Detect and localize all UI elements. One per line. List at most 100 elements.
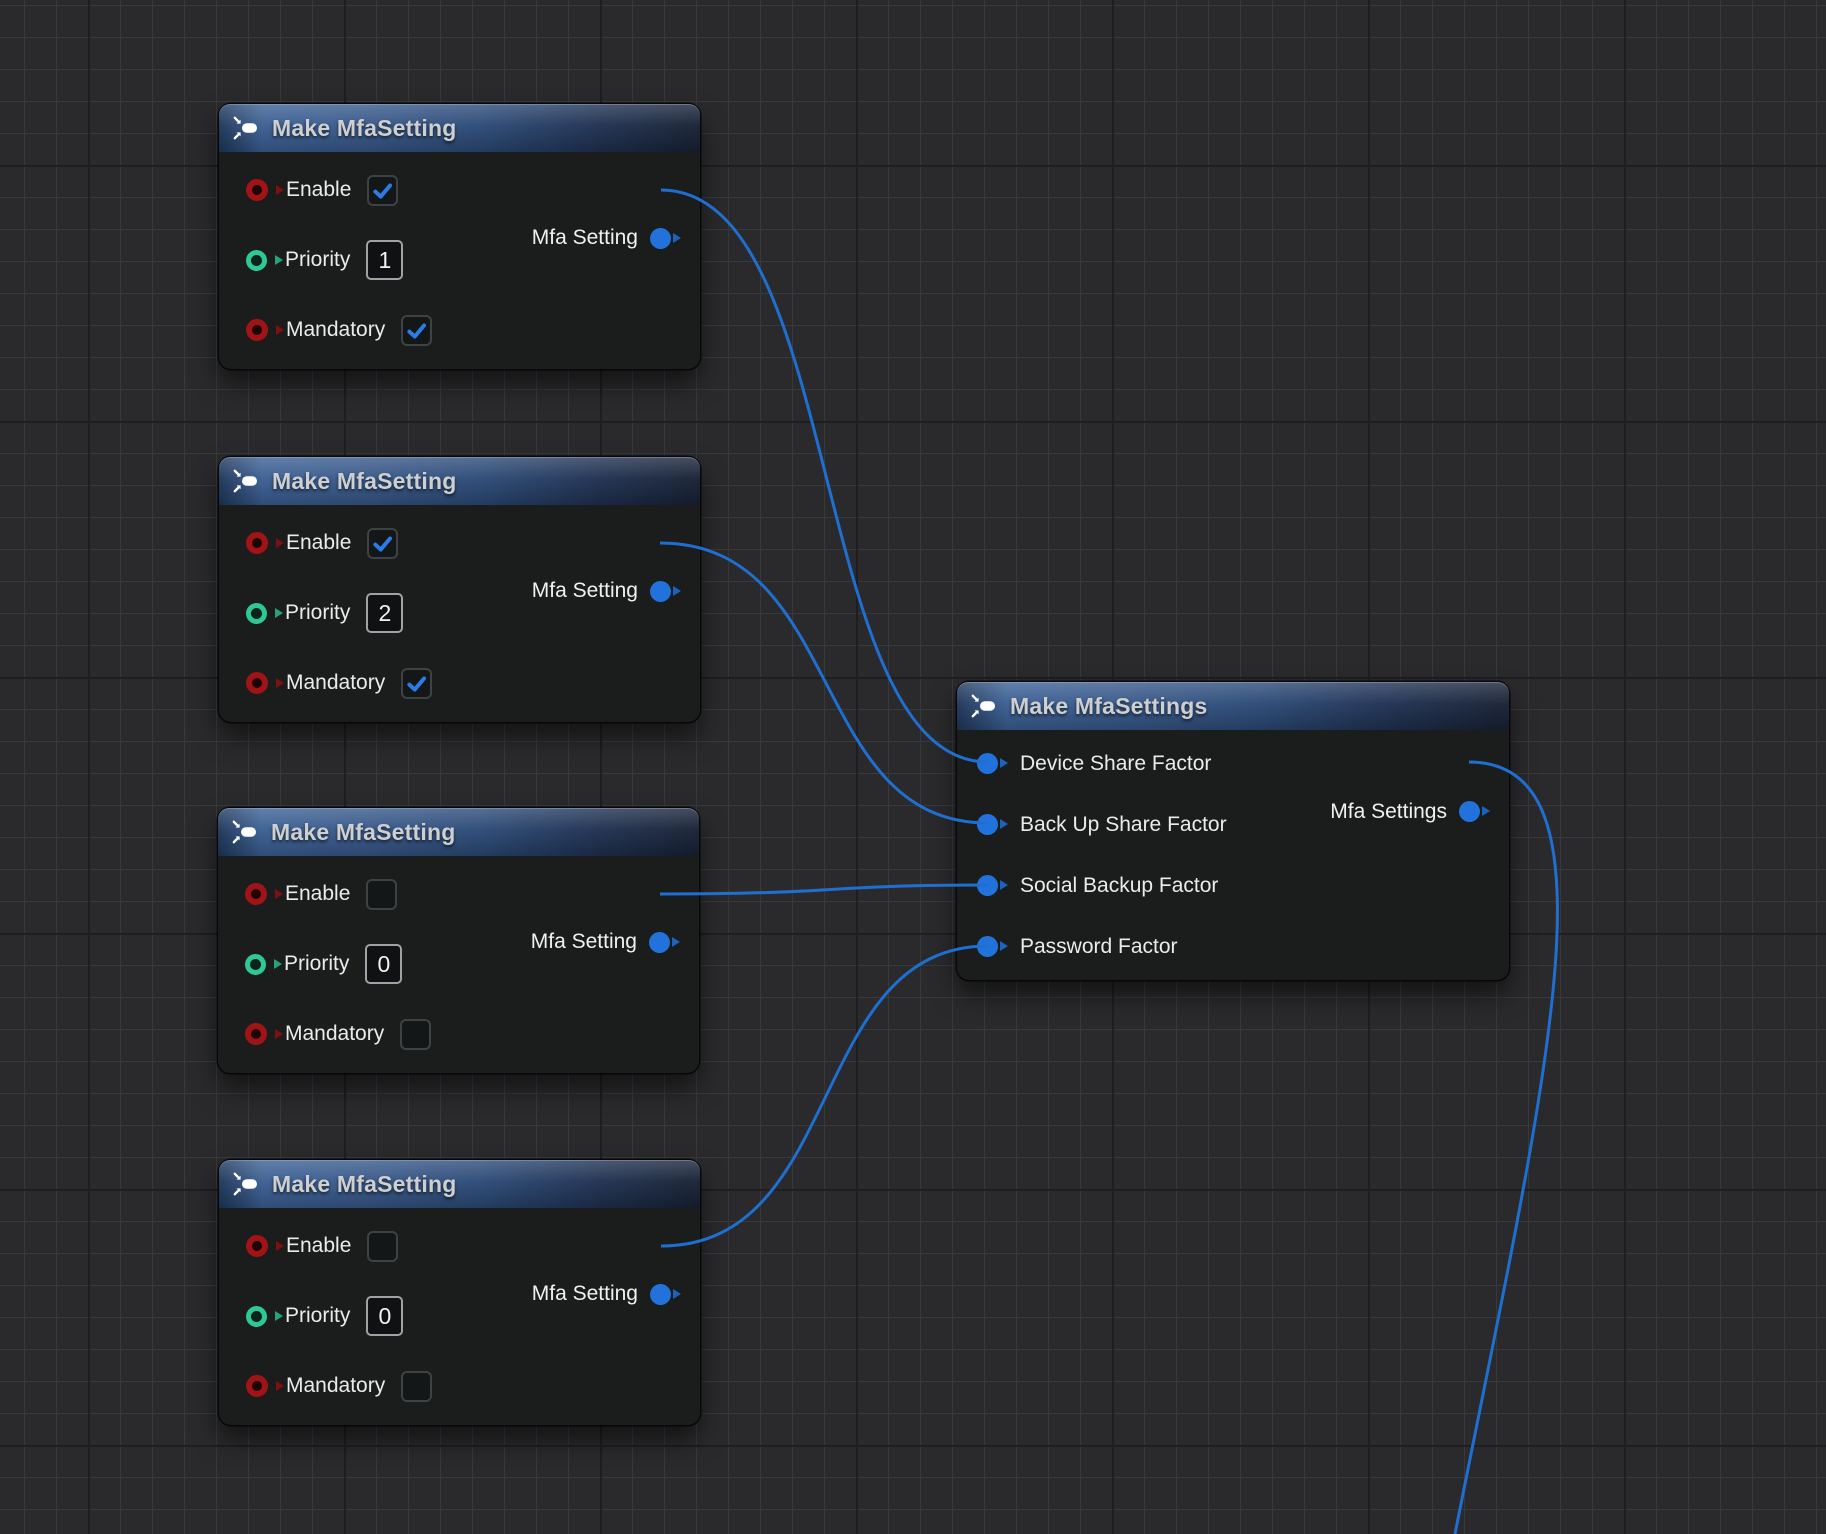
enable-checkbox[interactable] (367, 528, 398, 559)
check-icon (405, 672, 428, 695)
node-header[interactable]: Make MfaSetting (219, 457, 700, 505)
pin-struct-social-backup-factor[interactable] (977, 875, 998, 896)
node-title: Make MfaSetting (272, 1171, 456, 1198)
pin-bool-mandatory[interactable] (246, 1375, 268, 1397)
node-body: Enable Priority 0 Mandatory Mfa Setting (218, 856, 699, 1073)
pin-int-priority[interactable] (245, 954, 266, 975)
pin-struct-output[interactable] (650, 581, 671, 602)
pin-label: Enable (286, 178, 351, 202)
priority-number-input[interactable]: 1 (366, 240, 403, 280)
input-row-mandatory: Mandatory (219, 648, 700, 718)
priority-value: 0 (377, 951, 390, 978)
output-row: Mfa Setting (531, 907, 670, 977)
pin-label: Back Up Share Factor (1020, 813, 1227, 837)
mandatory-checkbox[interactable] (401, 668, 432, 699)
wire-node4-to-password-factor[interactable] (661, 946, 988, 1246)
pin-bool-enable[interactable] (245, 883, 267, 905)
pin-struct-password-factor[interactable] (977, 936, 998, 957)
check-icon (405, 319, 428, 342)
output-label: Mfa Setting (531, 930, 637, 954)
pin-int-priority[interactable] (246, 250, 267, 271)
enable-checkbox[interactable] (366, 879, 397, 910)
wire-node1-to-device-share-factor[interactable] (661, 190, 988, 762)
pin-struct-output[interactable] (650, 228, 671, 249)
pin-label: Mandatory (286, 671, 385, 695)
node-header[interactable]: Make MfaSetting (219, 1160, 700, 1208)
pin-label: Priority (284, 952, 349, 976)
enable-checkbox[interactable] (367, 1231, 398, 1262)
output-label: Mfa Setting (532, 579, 638, 603)
priority-number-input[interactable]: 0 (365, 944, 402, 984)
pin-struct-device-share-factor[interactable] (977, 753, 998, 774)
node-title: Make MfaSetting (272, 468, 456, 495)
pin-label: Priority (285, 248, 350, 272)
output-label: Mfa Setting (532, 226, 638, 250)
input-row-password-factor: Password Factor (957, 916, 1509, 977)
pin-label: Priority (285, 1304, 350, 1328)
make-struct-icon (232, 820, 258, 844)
pin-bool-mandatory[interactable] (245, 1023, 267, 1045)
input-row-mandatory: Mandatory (219, 1351, 700, 1421)
wire-node3-to-social-backup-factor[interactable] (660, 885, 988, 894)
priority-value: 1 (378, 247, 391, 274)
pin-struct-output[interactable] (649, 932, 670, 953)
make-struct-icon (233, 116, 259, 140)
pin-bool-enable[interactable] (246, 179, 268, 201)
pin-label: Mandatory (286, 1374, 385, 1398)
output-label: Mfa Settings (1330, 800, 1447, 824)
input-row-mandatory: Mandatory (219, 295, 700, 365)
node-make-mfasetting-2[interactable]: Make MfaSetting Enable Priority 2 Mandat… (219, 457, 700, 722)
node-body: Enable Priority 1 Mandatory Mfa Setting (219, 152, 700, 369)
make-struct-icon (233, 1172, 259, 1196)
priority-number-input[interactable]: 0 (366, 1296, 403, 1336)
make-struct-icon (233, 469, 259, 493)
output-row: Mfa Settings (1330, 781, 1480, 842)
pin-struct-back-up-share-factor[interactable] (977, 814, 998, 835)
pin-bool-mandatory[interactable] (246, 319, 268, 341)
priority-number-input[interactable]: 2 (366, 593, 403, 633)
node-make-mfasetting-1[interactable]: Make MfaSetting Enable Priority 1 Mandat… (219, 104, 700, 369)
mandatory-checkbox[interactable] (400, 1019, 431, 1050)
pin-label: Mandatory (286, 318, 385, 342)
node-make-mfasetting-3[interactable]: Make MfaSetting Enable Priority 0 Mandat… (218, 808, 699, 1073)
enable-checkbox[interactable] (367, 175, 398, 206)
pin-int-priority[interactable] (246, 1306, 267, 1327)
node-make-mfasetting-4[interactable]: Make MfaSetting Enable Priority 0 Mandat… (219, 1160, 700, 1425)
node-title: Make MfaSetting (271, 819, 455, 846)
node-make-mfasettings[interactable]: Make MfaSettings Device Share Factor Bac… (957, 682, 1509, 980)
pin-label: Priority (285, 601, 350, 625)
node-body: Device Share Factor Back Up Share Factor… (957, 730, 1509, 981)
pin-bool-mandatory[interactable] (246, 672, 268, 694)
input-row-mandatory: Mandatory (218, 999, 699, 1069)
mandatory-checkbox[interactable] (401, 1371, 432, 1402)
priority-value: 2 (378, 600, 391, 627)
node-body: Enable Priority 2 Mandatory Mfa Setting (219, 505, 700, 722)
pin-label: Password Factor (1020, 935, 1178, 959)
node-header[interactable]: Make MfaSetting (219, 104, 700, 152)
input-row-social-backup-factor: Social Backup Factor (957, 855, 1509, 916)
blueprint-graph-canvas[interactable]: Make MfaSetting Enable Priority 1 Mandat… (0, 0, 1826, 1534)
pin-int-priority[interactable] (246, 603, 267, 624)
node-header[interactable]: Make MfaSettings (957, 682, 1509, 730)
pin-label: Enable (285, 882, 350, 906)
node-body: Enable Priority 0 Mandatory Mfa Setting (219, 1208, 700, 1425)
pin-label: Device Share Factor (1020, 752, 1211, 776)
output-row: Mfa Setting (532, 203, 671, 273)
wire-node2-to-back-up-share-factor[interactable] (660, 543, 988, 823)
pin-struct-output[interactable] (650, 1284, 671, 1305)
pin-label: Social Backup Factor (1020, 874, 1218, 898)
node-header[interactable]: Make MfaSetting (218, 808, 699, 856)
node-title: Make MfaSetting (272, 115, 456, 142)
output-row: Mfa Setting (532, 556, 671, 626)
make-struct-icon (971, 694, 997, 718)
mandatory-checkbox[interactable] (401, 315, 432, 346)
pin-bool-enable[interactable] (246, 1235, 268, 1257)
pin-label: Mandatory (285, 1022, 384, 1046)
output-row: Mfa Setting (532, 1259, 671, 1329)
pin-struct-output[interactable] (1459, 801, 1480, 822)
pin-bool-enable[interactable] (246, 532, 268, 554)
check-icon (371, 179, 394, 202)
node-title: Make MfaSettings (1010, 693, 1207, 720)
output-label: Mfa Setting (532, 1282, 638, 1306)
check-icon (371, 532, 394, 555)
